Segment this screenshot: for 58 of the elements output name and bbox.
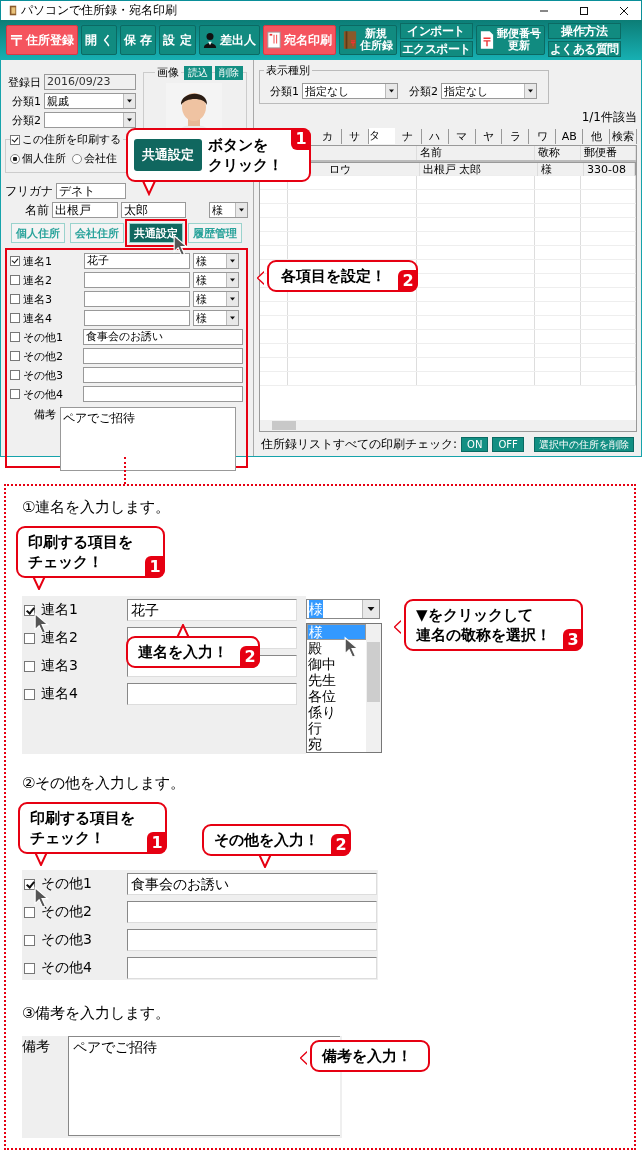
field-label: その他3: [23, 367, 64, 383]
field-label: 備考: [33, 407, 56, 423]
field-label: 登録日: [7, 74, 41, 90]
field-label: 連名4: [23, 310, 53, 326]
field-label: 連名1: [41, 601, 79, 619]
column-header: 郵便番: [581, 146, 636, 160]
column-header: 敬称: [535, 146, 581, 160]
field-label: 分類2: [409, 83, 438, 99]
group-label: 表示種別: [264, 63, 312, 78]
field-label: 分類1: [11, 93, 41, 109]
table-cell: 出根戸 太郎: [420, 162, 538, 176]
field-label: 連名2: [23, 272, 53, 288]
window-title: パソコンで住所録・宛名印刷: [21, 2, 177, 19]
column-header: 名前: [417, 146, 535, 160]
step-badge: 2: [398, 270, 418, 292]
field-label: 分類2: [11, 112, 41, 128]
step-badge: 3: [563, 629, 583, 651]
step-heading: ①連名を入力します。: [22, 498, 171, 517]
step-badge: 1: [145, 556, 165, 578]
field-label: その他4: [23, 386, 64, 402]
field-label: その他1: [23, 329, 64, 345]
step-heading: ②その他を入力します。: [22, 774, 186, 793]
callout-text: 連名を入力！: [138, 642, 228, 662]
field-label: その他2: [41, 903, 93, 921]
table-cell: 様: [538, 162, 584, 176]
callout-text: 印刷する項目を チェック！: [28, 532, 133, 572]
image-label: 画像: [155, 65, 181, 80]
field-label: その他3: [41, 931, 93, 949]
callout-text: ボタンを クリック！: [208, 135, 283, 175]
callout-text: その他を入力！: [214, 830, 319, 850]
callout-text: 各項目を設定！: [281, 266, 386, 286]
field-label: 連名1: [23, 253, 53, 269]
field-label: 分類1: [270, 83, 299, 99]
field-label: その他1: [41, 875, 93, 893]
field-label: 名前: [24, 201, 50, 219]
field-label: フリガナ: [5, 182, 53, 200]
step-badge: 2: [240, 646, 260, 668]
field-label: その他4: [41, 959, 93, 977]
field-label: その他2: [23, 348, 64, 364]
callout-text: 印刷する項目を チェック！: [30, 808, 135, 848]
date-field: 2016/09/23: [44, 74, 136, 90]
field-label: 備考: [22, 1037, 51, 1056]
field-label: 連名2: [41, 629, 79, 647]
callout-text: ▼をクリックして 連名の敬称を選択！: [416, 605, 551, 645]
step-badge: 2: [331, 834, 351, 856]
field-label: 連名4: [41, 685, 79, 703]
result-count: 1/1件該当: [581, 110, 637, 124]
checkbox-label: この住所を印刷する: [22, 132, 121, 147]
footer-label: 住所録リストすべての印刷チェック:: [261, 435, 458, 453]
step-heading: ③備考を入力します。: [22, 1004, 171, 1023]
radio-label: 個人住所: [22, 151, 66, 166]
table-cell: 330-08: [584, 162, 635, 176]
field-label: 連名3: [41, 657, 79, 675]
radio-label: 会社住: [84, 151, 117, 166]
field-label: 連名3: [23, 291, 53, 307]
step-badge: 1: [147, 832, 167, 854]
button-image: 共通設定: [134, 139, 202, 171]
step-badge: 1: [291, 128, 311, 150]
